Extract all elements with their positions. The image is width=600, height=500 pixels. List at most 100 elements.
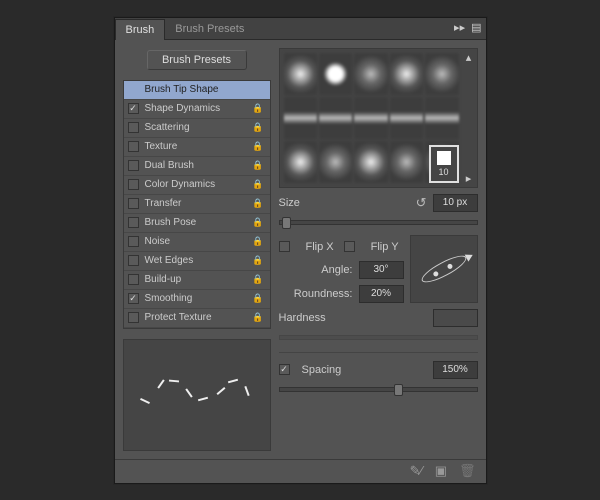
- brush-thumb[interactable]: [284, 141, 317, 183]
- trash-icon[interactable]: 🗑: [459, 463, 476, 479]
- hardness-label: Hardness: [279, 312, 427, 324]
- brush-thumb[interactable]: [284, 97, 317, 139]
- brush-thumb[interactable]: [354, 141, 387, 183]
- size-slider[interactable]: [279, 220, 478, 225]
- lock-icon[interactable]: 🔒: [252, 122, 265, 133]
- angle-input[interactable]: 30°: [359, 261, 404, 279]
- option-label: Protect Texture: [145, 312, 253, 323]
- panel-menu-icon[interactable]: ▤: [471, 21, 481, 34]
- option-label: Smoothing: [145, 293, 253, 304]
- toggle-preview-icon[interactable]: ✎⁄: [410, 463, 423, 479]
- tab-brush-presets[interactable]: Brush Presets: [165, 19, 254, 39]
- hardness-row: Hardness: [279, 309, 478, 327]
- lock-icon[interactable]: 🔒: [252, 217, 265, 228]
- option-label: Scattering: [145, 122, 253, 133]
- lock-icon[interactable]: 🔒: [252, 141, 265, 152]
- option-smoothing[interactable]: ✓ Smoothing🔒: [124, 290, 270, 309]
- brush-thumb[interactable]: [354, 97, 387, 139]
- brush-thumb[interactable]: [390, 141, 423, 183]
- size-input[interactable]: 10 px: [433, 194, 478, 212]
- thumb-scrollbar[interactable]: ▴▸: [463, 51, 475, 185]
- option-checkbox[interactable]: ✓: [128, 103, 139, 114]
- option-checkbox[interactable]: [128, 179, 139, 190]
- flip-x-checkbox[interactable]: [279, 241, 290, 252]
- option-checkbox[interactable]: [128, 198, 139, 209]
- option-brush-pose[interactable]: Brush Pose🔒: [124, 214, 270, 233]
- option-dual-brush[interactable]: Dual Brush🔒: [124, 157, 270, 176]
- lock-icon[interactable]: 🔒: [252, 179, 265, 190]
- spacing-row: ✓ Spacing 150%: [279, 361, 478, 379]
- option-checkbox[interactable]: [128, 312, 139, 323]
- size-row: Size ↺ 10 px: [279, 194, 478, 212]
- reset-size-icon[interactable]: ↺: [416, 195, 427, 211]
- option-noise[interactable]: Noise🔒: [124, 233, 270, 252]
- lock-icon[interactable]: 🔒: [252, 103, 265, 114]
- brush-thumb[interactable]: [390, 53, 423, 95]
- brush-thumb[interactable]: [425, 97, 458, 139]
- selected-brush-thumb[interactable]: 10: [429, 145, 459, 183]
- panel-footer: ✎⁄ ▣ 🗑: [115, 459, 486, 483]
- right-column: 10 ▴▸ Size ↺ 10 px Flip X Flip Y Angle:: [279, 48, 478, 451]
- brush-thumb[interactable]: [425, 53, 458, 95]
- option-label: Brush Tip Shape: [145, 84, 266, 95]
- brush-thumb[interactable]: [284, 53, 317, 95]
- option-checkbox[interactable]: [128, 160, 139, 171]
- option-scattering[interactable]: Scattering🔒: [124, 119, 270, 138]
- brush-thumb[interactable]: [319, 53, 352, 95]
- spacing-checkbox[interactable]: ✓: [279, 364, 290, 375]
- flip-y-label: Flip Y: [371, 241, 399, 253]
- lock-icon[interactable]: 🔒: [252, 293, 265, 304]
- spacing-input[interactable]: 150%: [433, 361, 478, 379]
- option-checkbox[interactable]: [128, 141, 139, 152]
- option-checkbox[interactable]: ✓: [128, 293, 139, 304]
- roundness-label: Roundness:: [289, 288, 353, 300]
- option-wet-edges[interactable]: Wet Edges🔒: [124, 252, 270, 271]
- lock-icon[interactable]: 🔒: [252, 312, 265, 323]
- spacing-label: Spacing: [302, 364, 427, 376]
- brush-stroke-preview: [123, 339, 271, 451]
- cycle-icon[interactable]: ▸▸: [454, 21, 465, 34]
- hardness-slider: [279, 335, 478, 340]
- lock-icon[interactable]: 🔒: [252, 198, 265, 209]
- brush-panel: Brush Brush Presets ▸▸ ▤ Brush Presets B…: [114, 17, 487, 484]
- option-label: Color Dynamics: [145, 179, 253, 190]
- option-checkbox[interactable]: [128, 217, 139, 228]
- brush-thumb[interactable]: [319, 97, 352, 139]
- scroll-picker-icon[interactable]: ▸: [466, 172, 472, 185]
- option-transfer[interactable]: Transfer🔒: [124, 195, 270, 214]
- scroll-up-icon[interactable]: ▴: [466, 51, 472, 64]
- lock-icon[interactable]: 🔒: [252, 255, 265, 266]
- option-protect-texture[interactable]: Protect Texture🔒: [124, 309, 270, 328]
- option-build-up[interactable]: Build-up🔒: [124, 271, 270, 290]
- tab-brush[interactable]: Brush: [115, 19, 166, 40]
- option-brush-tip-shape[interactable]: Brush Tip Shape: [124, 81, 270, 100]
- option-texture[interactable]: Texture🔒: [124, 138, 270, 157]
- hardness-input: [433, 309, 478, 327]
- brush-thumb[interactable]: [319, 141, 352, 183]
- angle-label: Angle:: [289, 264, 353, 276]
- option-label: Transfer: [145, 198, 253, 209]
- brush-presets-button[interactable]: Brush Presets: [147, 50, 247, 70]
- new-preset-icon[interactable]: ▣: [435, 463, 447, 479]
- lock-icon[interactable]: 🔒: [252, 274, 265, 285]
- option-checkbox[interactable]: [128, 255, 139, 266]
- option-shape-dynamics[interactable]: ✓Shape Dynamics🔒: [124, 100, 270, 119]
- option-checkbox[interactable]: [128, 122, 139, 133]
- spacing-slider[interactable]: [279, 387, 478, 392]
- lock-icon[interactable]: 🔒: [252, 236, 265, 247]
- panel-tabbar: Brush Brush Presets ▸▸ ▤: [115, 18, 486, 40]
- option-label: Brush Pose: [145, 217, 253, 228]
- angle-widget[interactable]: [410, 235, 478, 303]
- left-column: Brush Presets Brush Tip Shape ✓Shape Dyna…: [123, 48, 271, 451]
- brush-thumb[interactable]: [390, 97, 423, 139]
- flip-y-checkbox[interactable]: [344, 241, 355, 252]
- option-label: Wet Edges: [145, 255, 253, 266]
- option-checkbox[interactable]: [128, 236, 139, 247]
- brush-thumb[interactable]: [354, 53, 387, 95]
- size-label: Size: [279, 197, 410, 209]
- option-color-dynamics[interactable]: Color Dynamics🔒: [124, 176, 270, 195]
- lock-icon[interactable]: 🔒: [252, 160, 265, 171]
- brush-thumbnail-grid[interactable]: 10 ▴▸: [279, 48, 478, 188]
- option-checkbox[interactable]: [128, 274, 139, 285]
- roundness-input[interactable]: 20%: [359, 285, 404, 303]
